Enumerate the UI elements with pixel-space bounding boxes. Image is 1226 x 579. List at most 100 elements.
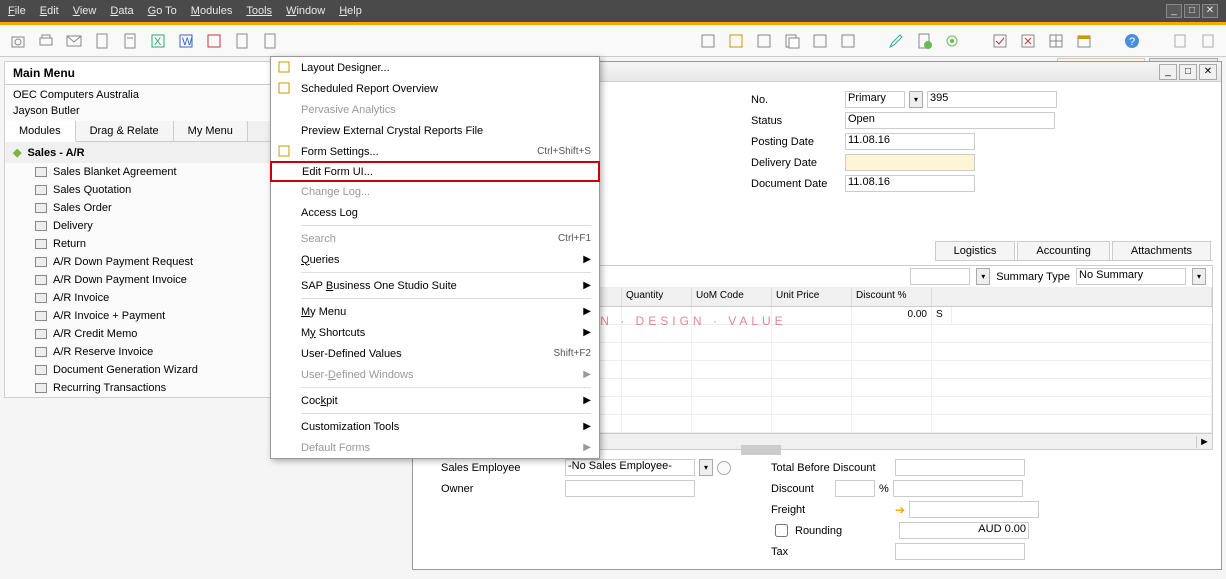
- maximize-button[interactable]: □: [1184, 4, 1200, 18]
- menu-item[interactable]: My Menu▶: [271, 301, 599, 322]
- tb-icon-c[interactable]: [754, 31, 774, 51]
- tab-modules[interactable]: Modules: [5, 121, 76, 142]
- discount-input[interactable]: [835, 480, 875, 497]
- posting-date-input[interactable]: 11.08.16: [845, 133, 975, 150]
- summary-type-label: Summary Type: [996, 271, 1070, 283]
- menu-item[interactable]: Edit Form UI...: [270, 161, 600, 182]
- col-discount[interactable]: Discount %: [852, 288, 932, 306]
- doc-gear-icon: [277, 144, 293, 160]
- gear-green-icon[interactable]: [942, 31, 962, 51]
- tab-attachments[interactable]: Attachments: [1112, 241, 1211, 260]
- main-toolbar: X W ?: [0, 25, 1226, 57]
- doc-icon: [35, 185, 47, 195]
- module-group-label: Sales - A/R: [27, 147, 84, 159]
- menu-item[interactable]: Layout Designer...: [271, 57, 599, 78]
- freight-link-icon[interactable]: ➔: [895, 503, 905, 517]
- owner-input[interactable]: [565, 480, 695, 497]
- rounding-label: Rounding: [795, 525, 895, 537]
- status-label: Status: [751, 115, 841, 127]
- menu-window[interactable]: Window: [286, 5, 325, 17]
- tb-last1-icon[interactable]: [1170, 31, 1190, 51]
- menu-item[interactable]: Cockpit▶: [271, 390, 599, 411]
- doc-plus-icon[interactable]: [914, 31, 934, 51]
- doc-icon: [35, 383, 47, 393]
- rounding-value: AUD 0.00: [899, 522, 1029, 539]
- menu-item[interactable]: Queries▶: [271, 249, 599, 270]
- tool-icon[interactable]: [232, 31, 252, 51]
- menu-file[interactable]: File: [8, 5, 26, 17]
- freight-label: Freight: [771, 504, 891, 516]
- minimize-button[interactable]: _: [1166, 4, 1182, 18]
- menu-item[interactable]: SAP Business One Studio Suite▶: [271, 275, 599, 296]
- doc-close-button[interactable]: ✕: [1199, 64, 1217, 80]
- delivery-date-input[interactable]: [845, 154, 975, 171]
- menu-item[interactable]: User-Defined ValuesShift+F2: [271, 343, 599, 364]
- toolbar-icon[interactable]: [8, 31, 28, 51]
- tab-my-menu[interactable]: My Menu: [174, 121, 248, 141]
- tb-last2-icon[interactable]: [1198, 31, 1218, 51]
- header-right-col: No. Primary▾ 395 Status Open Posting Dat…: [751, 90, 1057, 193]
- tb-icon-a[interactable]: [698, 31, 718, 51]
- diamond-icon: ◆: [13, 146, 21, 159]
- tool2-icon[interactable]: [260, 31, 280, 51]
- word-icon[interactable]: W: [176, 31, 196, 51]
- no-type-select[interactable]: Primary: [845, 91, 905, 108]
- grid-icon[interactable]: [1046, 31, 1066, 51]
- tab-logistics[interactable]: Logistics: [935, 241, 1016, 260]
- close-button[interactable]: ✕: [1202, 4, 1218, 18]
- menu-item: SearchCtrl+F1: [271, 228, 599, 249]
- rounding-checkbox[interactable]: [775, 524, 788, 537]
- menu-item: Pervasive Analytics: [271, 99, 599, 120]
- no-value-input[interactable]: 395: [927, 91, 1057, 108]
- menu-item: Default Forms▶: [271, 437, 599, 458]
- menu-help[interactable]: Help: [339, 5, 362, 17]
- mail-icon[interactable]: [64, 31, 84, 51]
- menu-item: User-Defined Windows▶: [271, 364, 599, 385]
- menu-item[interactable]: Form Settings...Ctrl+Shift+S: [271, 141, 599, 162]
- doc-icon: [35, 275, 47, 285]
- check-icon[interactable]: [990, 31, 1010, 51]
- menu-tools[interactable]: Tools: [246, 5, 272, 17]
- tab-drag-relate[interactable]: Drag & Relate: [76, 121, 174, 141]
- col-unitprice[interactable]: Unit Price: [772, 288, 852, 306]
- tax-value: [895, 543, 1025, 560]
- menu-item[interactable]: My Shortcuts▶: [271, 322, 599, 343]
- cal-icon[interactable]: [1074, 31, 1094, 51]
- menu-data[interactable]: Data: [110, 5, 133, 17]
- menu-view[interactable]: View: [73, 5, 97, 17]
- tb-icon-b[interactable]: [726, 31, 746, 51]
- lookup-icon[interactable]: [717, 461, 731, 475]
- summary-type-select[interactable]: No Summary: [1076, 268, 1186, 285]
- menu-item[interactable]: Customization Tools▶: [271, 416, 599, 437]
- col-uom[interactable]: UoM Code: [692, 288, 772, 306]
- print-icon[interactable]: [36, 31, 56, 51]
- sales-emp-select[interactable]: -No Sales Employee-: [565, 459, 695, 476]
- tb-icon-f[interactable]: [838, 31, 858, 51]
- pdf-icon[interactable]: [204, 31, 224, 51]
- grid-filter-1[interactable]: [910, 268, 970, 285]
- doc-icon: [35, 329, 47, 339]
- menu-item[interactable]: Preview External Crystal Reports File: [271, 120, 599, 141]
- tb-icon-e[interactable]: [810, 31, 830, 51]
- doc-icon[interactable]: [92, 31, 112, 51]
- help-icon[interactable]: ?: [1122, 31, 1142, 51]
- menu-item[interactable]: Scheduled Report Overview: [271, 78, 599, 99]
- doc-minimize-button[interactable]: _: [1159, 64, 1177, 80]
- x-icon[interactable]: [1018, 31, 1038, 51]
- menu-item[interactable]: Access Log: [271, 202, 599, 223]
- doc-maximize-button[interactable]: □: [1179, 64, 1197, 80]
- doc2-icon[interactable]: [120, 31, 140, 51]
- delivery-date-label: Delivery Date: [751, 157, 841, 169]
- page-icon: [277, 81, 293, 97]
- pencil-icon: [277, 60, 293, 76]
- menu-edit[interactable]: Edit: [40, 5, 59, 17]
- document-date-input[interactable]: 11.08.16: [845, 175, 975, 192]
- menu-goto[interactable]: Go To: [148, 5, 177, 17]
- tb-icon-d[interactable]: [782, 31, 802, 51]
- col-quantity[interactable]: Quantity: [622, 288, 692, 306]
- excel-icon[interactable]: X: [148, 31, 168, 51]
- tab-accounting[interactable]: Accounting: [1017, 241, 1109, 260]
- pencil-icon[interactable]: [886, 31, 906, 51]
- dropdown-icon[interactable]: ▾: [909, 91, 923, 108]
- menu-modules[interactable]: Modules: [191, 5, 233, 17]
